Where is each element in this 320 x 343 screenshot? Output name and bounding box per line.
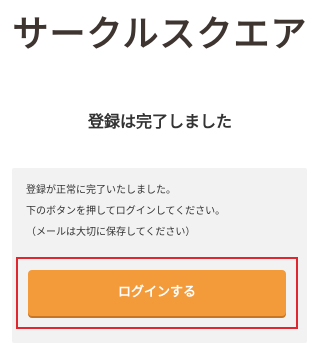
site-logo: サークルスクエア [12, 14, 308, 55]
login-button-highlight: ログインする [16, 257, 298, 329]
confirmation-message: 登録が正常に完了いたしました。 下のボタンを押してログインしてください。 （メー… [26, 180, 301, 243]
confirmation-panel: 登録が正常に完了いたしました。 下のボタンを押してログインしてください。 （メー… [12, 168, 307, 343]
login-button[interactable]: ログインする [28, 270, 286, 316]
message-line-1: 登録が正常に完了いたしました。 [26, 185, 176, 196]
message-line-2: 下のボタンを押してログインしてください。 [26, 206, 226, 217]
message-line-3: （メールは大切に保存してください） [26, 227, 196, 238]
page-title: 登録は完了しました [87, 112, 232, 131]
